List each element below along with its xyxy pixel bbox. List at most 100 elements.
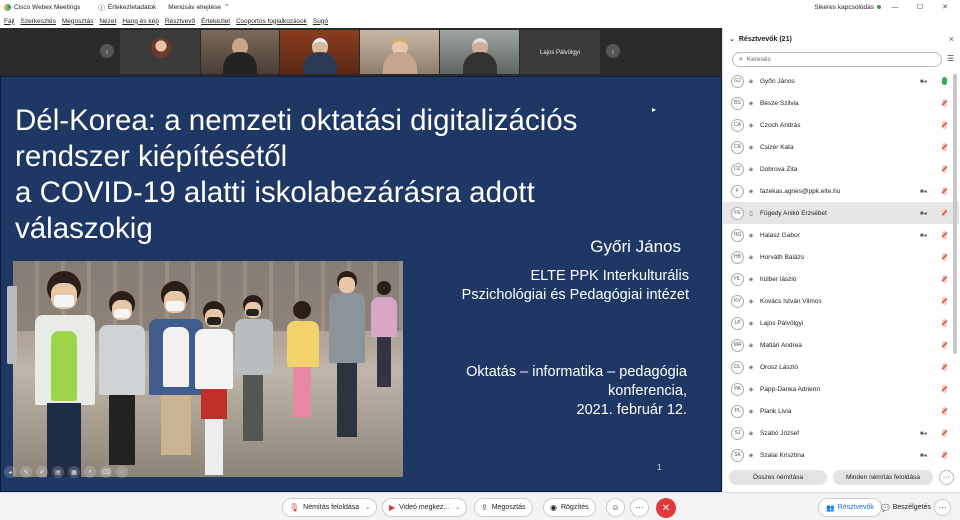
microphone-muted-icon[interactable]: [942, 385, 947, 393]
menu-audio-video[interactable]: Hang és kép: [122, 18, 159, 25]
minimize-button[interactable]: —: [884, 4, 906, 11]
audio-device-icon: ◈: [748, 342, 754, 349]
participant-row[interactable]: MA ◈ Matlári Andrea: [723, 334, 959, 356]
menu-meeting[interactable]: Értekezlet: [201, 18, 230, 25]
chat-tab[interactable]: 💬 Beszélgetés: [874, 498, 938, 517]
close-button[interactable]: ✕: [934, 3, 956, 11]
microphone-muted-icon[interactable]: [942, 341, 947, 349]
grid-icon[interactable]: ▦: [68, 466, 80, 478]
filmstrip-next-button[interactable]: ›: [606, 44, 620, 58]
search-icon[interactable]: ⌕: [84, 466, 96, 478]
menu-edit[interactable]: Szerkesztés: [20, 18, 55, 25]
pencil-icon[interactable]: ✐: [36, 466, 48, 478]
participant-row[interactable]: HG ◈ Halasz Gabor ■◂: [723, 224, 959, 246]
highlighter-icon[interactable]: ▤: [52, 466, 64, 478]
microphone-muted-icon[interactable]: [942, 165, 947, 173]
eraser-icon[interactable]: ⌫: [100, 466, 112, 478]
microphone-muted-icon[interactable]: [942, 451, 947, 459]
prev-slide-icon[interactable]: ◂: [4, 466, 16, 478]
record-button[interactable]: ◉ Rögzítés: [543, 498, 596, 517]
microphone-muted-icon[interactable]: [942, 209, 947, 217]
participant-row[interactable]: DZ ◈ Dobrova Zita: [723, 158, 959, 180]
video-tile[interactable]: [201, 30, 279, 74]
microphone-muted-icon[interactable]: [942, 143, 947, 151]
microphone-muted-icon[interactable]: [942, 275, 947, 283]
photo-figure: [325, 271, 369, 441]
microphone-muted-icon: 🎙: [289, 503, 300, 512]
more-icon[interactable]: ⋯: [116, 466, 128, 478]
menu-share[interactable]: Megosztás: [62, 18, 93, 25]
video-tile[interactable]: [360, 30, 439, 74]
chevron-down-icon[interactable]: ⌄: [455, 504, 460, 511]
participant-row[interactable]: F ◈ fazekas.agnes@ppk.elte.hu ■◂: [723, 180, 959, 202]
participant-name: Papp-Danka Adrienn: [760, 385, 820, 393]
participant-list-scrollbar[interactable]: [953, 74, 957, 354]
microphone-muted-icon[interactable]: [942, 407, 947, 415]
menu-breakout[interactable]: Csoportos foglalkozások: [236, 18, 307, 25]
menu-view[interactable]: Nézet: [99, 18, 116, 25]
hide-menu-button[interactable]: Menüsáv elrejtése ⌃: [168, 3, 229, 12]
participant-row[interactable]: OL ◈ Orosz László: [723, 356, 959, 378]
participant-row[interactable]: PA ◈ Papp-Danka Adrienn: [723, 378, 959, 400]
menu-help[interactable]: Súgó: [313, 18, 328, 25]
maximize-button[interactable]: ☐: [909, 3, 931, 11]
microphone-icon[interactable]: [942, 77, 947, 85]
participant-row[interactable]: KV ◈ Kovács István Vilmos: [723, 290, 959, 312]
video-tile[interactable]: [120, 30, 200, 74]
video-tile[interactable]: [440, 30, 519, 74]
microphone-muted-icon[interactable]: [942, 99, 947, 107]
avatar: FE: [731, 206, 744, 220]
participant-row[interactable]: GJ ◈ Győri János ■◂: [723, 70, 959, 92]
share-button[interactable]: ⇪ Megosztás: [474, 498, 533, 517]
avatar: HB: [731, 250, 744, 264]
participant-row[interactable]: FE ▯ Fügedy Anikó Erzsébet ■◂: [723, 202, 959, 224]
participant-search-input[interactable]: ⌕ Keresés: [732, 52, 942, 67]
mute-all-button[interactable]: Összes némítása: [729, 469, 827, 485]
collapse-chevron-icon[interactable]: ⌄: [729, 35, 735, 43]
avatar: F: [731, 184, 744, 198]
microphone-muted-icon[interactable]: [942, 297, 947, 305]
sort-list-icon[interactable]: ☰: [947, 54, 954, 63]
slide-author: Győri János: [590, 237, 681, 256]
more-options-button[interactable]: ···: [630, 498, 649, 517]
participant-row[interactable]: LP ◈ Lajos Pálvölgyi: [723, 312, 959, 334]
close-panel-icon[interactable]: ×: [949, 34, 954, 44]
video-tile[interactable]: Lajos Pálvölgyi: [520, 30, 600, 74]
start-video-button[interactable]: ▶ Videó megkez... ⌄: [382, 498, 468, 517]
participant-row[interactable]: HL ◈ hülber lászló: [723, 268, 959, 290]
microphone-muted-icon[interactable]: [942, 319, 947, 327]
unmute-all-button[interactable]: Minden némítás feloldása: [833, 469, 933, 485]
video-tile[interactable]: [280, 30, 359, 74]
microphone-muted-icon[interactable]: [942, 187, 947, 195]
microphone-muted-icon[interactable]: [942, 253, 947, 261]
side-panel-handle[interactable]: [7, 286, 17, 364]
audio-device-icon: ◈: [748, 100, 754, 107]
participant-row[interactable]: BS ◈ Besze Szilvia: [723, 92, 959, 114]
participant-row[interactable]: PL ◈ Plank Livia: [723, 400, 959, 422]
avatar: PA: [731, 382, 744, 396]
participant-row[interactable]: SJ ◈ Szabó József ■◂: [723, 422, 959, 444]
menu-file[interactable]: Fájl: [4, 18, 14, 25]
microphone-muted-icon[interactable]: [942, 231, 947, 239]
filmstrip-prev-button[interactable]: ‹: [100, 44, 114, 58]
participant-row[interactable]: CK ◈ Csizér Kata: [723, 136, 959, 158]
panels-more-button[interactable]: ···: [934, 499, 951, 516]
menu-participant[interactable]: Résztvevő: [165, 18, 195, 25]
leave-meeting-button[interactable]: ✕: [656, 498, 676, 518]
smiley-icon: ☺: [611, 503, 620, 512]
microphone-muted-icon[interactable]: [942, 121, 947, 129]
participants-tab[interactable]: 👥 Résztvevők: [818, 498, 882, 517]
unmute-button[interactable]: 🎙 Némítás feloldása ⌄: [282, 498, 378, 517]
microphone-muted-icon[interactable]: [942, 429, 947, 437]
participant-row[interactable]: SK ◈ Szalai Krisztina ■◂: [723, 444, 959, 465]
reactions-button[interactable]: ☺: [606, 498, 625, 517]
microphone-muted-icon[interactable]: [942, 363, 947, 371]
avatar: MA: [731, 338, 744, 352]
participant-row[interactable]: HB ◈ Horváth Balázs: [723, 246, 959, 268]
pen-icon[interactable]: ✎: [20, 466, 32, 478]
session-info-button[interactable]: ⓘ Értekezletadatok: [98, 2, 156, 13]
participant-name: Fügedy Anikó Erzsébet: [760, 209, 827, 217]
chevron-down-icon[interactable]: ⌄: [365, 504, 370, 511]
panel-more-options-button[interactable]: ···: [939, 469, 954, 485]
participant-row[interactable]: CA ◈ Czoch András: [723, 114, 959, 136]
